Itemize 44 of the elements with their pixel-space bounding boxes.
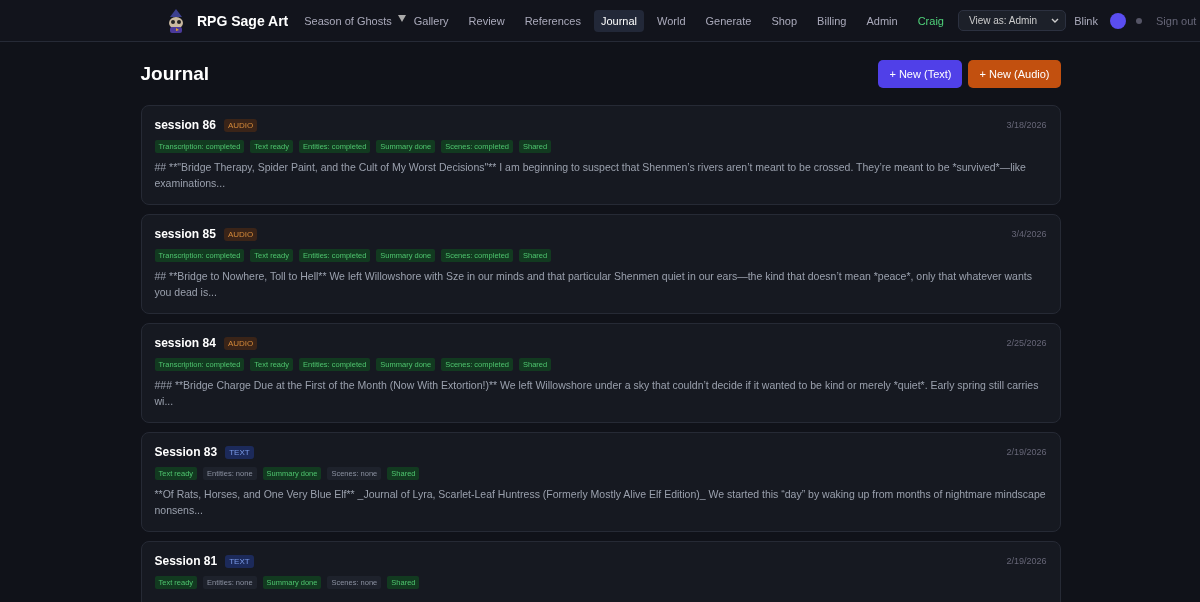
entry-date: 2/19/2026	[1006, 447, 1047, 457]
entry-date: 3/18/2026	[1006, 120, 1047, 130]
nav-link[interactable]: Journal	[593, 9, 644, 32]
nav-link[interactable]: Admin	[859, 9, 905, 32]
page-title: Journal	[140, 63, 210, 85]
journal-entry-card[interactable]	[140, 323, 1061, 423]
chevron-down-icon	[1051, 18, 1060, 23]
view-as-select[interactable]: View as: Admin	[957, 10, 1067, 31]
nav-link[interactable]: Billing	[810, 9, 854, 32]
entry-title: session 85	[154, 227, 216, 241]
avatar[interactable]	[1110, 12, 1126, 29]
user-link[interactable]: Craig	[910, 9, 951, 32]
nav-link[interactable]: Generate	[698, 9, 759, 32]
status-dot-icon	[1136, 17, 1142, 24]
type-badge: TEXT	[225, 445, 254, 459]
nav-link[interactable]: Gallery	[406, 9, 456, 32]
type-badge: AUDIO	[223, 336, 258, 350]
entry-date: 2/19/2026	[1006, 556, 1047, 566]
entry-title: Session 83	[154, 445, 218, 459]
entry-summary: **Of Rats, Horses, and One Very Blue Elf** _Journal of Lyra, Scarlet-Leaf Huntress (Formerly Mostly Alive Elf Edition)_ We started this “day” by waking up from months of nightmare mindscape nonsens...	[154, 487, 1047, 518]
new-audio-button[interactable]: + New (Audio)	[968, 60, 1061, 88]
entry-title: session 86	[154, 118, 216, 132]
type-badge: AUDIO	[223, 118, 258, 132]
journal-entry-card[interactable]	[140, 432, 1061, 532]
nav-link[interactable]: Review	[461, 9, 512, 32]
brand-title[interactable]: RPG Sage Art	[197, 12, 289, 29]
type-badge: AUDIO	[223, 227, 258, 241]
entry-date: 2/25/2026	[1006, 338, 1047, 348]
nav-link[interactable]: World	[650, 9, 693, 32]
journal-entry-card[interactable]	[140, 105, 1061, 205]
new-text-button[interactable]: + New (Text)	[878, 60, 963, 88]
entry-summary: ## **Bridge to Nowhere, Toll to Hell** We left Willowshore with Sze in our minds and that particular Shenmen quiet in our ears—the kind that doesn’t mean *peace*, only that whatever wants you dead is...	[154, 269, 1033, 300]
entry-date: 3/4/2026	[1011, 229, 1047, 239]
caret-icon	[397, 15, 406, 22]
nav-link[interactable]: References	[517, 9, 588, 32]
entry-summary: ### **Bridge Charge Due at the First of the Month (Now With Extortion!)** We left Willowshore under a sky that couldn’t decide if it wanted to be kind or merely *quiet*. Early spring still carries wi...	[154, 378, 1040, 409]
account-name[interactable]: Blink	[1074, 14, 1098, 27]
season-selector[interactable]: Season of Ghosts	[304, 14, 392, 27]
entry-title: Session 81	[154, 554, 218, 568]
entry-summary: ## **"Bridge Therapy, Spider Paint, and the Cult of My Worst Decisions"** I am beginning to suspect that Shenmen’s rivers aren’t meant to be crossed. They’re meant to be *survived*—like examinations...	[154, 160, 1027, 191]
nav-link[interactable]: Shop	[764, 9, 805, 32]
journal-entry-card[interactable]	[140, 214, 1061, 314]
type-badge: TEXT	[225, 554, 254, 568]
entry-title: session 84	[154, 336, 216, 350]
